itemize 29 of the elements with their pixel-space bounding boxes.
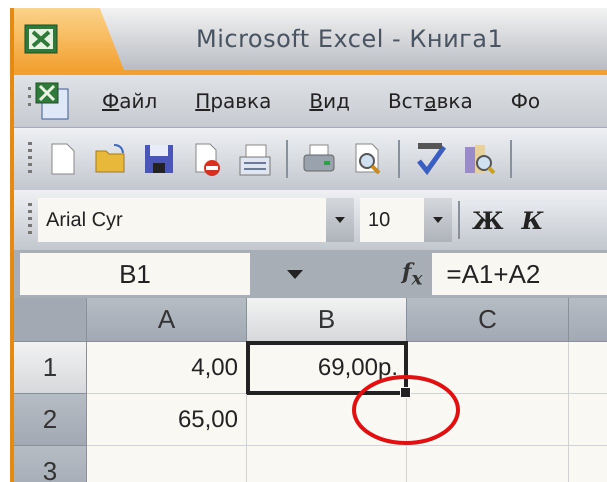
function-button[interactable]: f$_{x}$	[402, 258, 422, 290]
column-header[interactable]: A	[87, 298, 247, 342]
row-header[interactable]: 1	[14, 342, 87, 394]
window-title: Microsoft Excel - Книга1	[196, 25, 504, 53]
table-cell[interactable]: 65,00	[87, 394, 247, 446]
caret-icon	[433, 217, 443, 223]
menu-item[interactable]: Правка	[195, 89, 272, 113]
column-header[interactable]: C	[407, 298, 569, 342]
bold-button[interactable]: Ж	[466, 206, 510, 234]
caret-icon	[335, 217, 345, 223]
table-cell[interactable]: 4,00	[87, 342, 247, 394]
font-size-field[interactable]: 10	[360, 198, 452, 242]
column-header[interactable]: B	[247, 298, 407, 342]
app-logo-icon	[24, 24, 58, 54]
menu-item[interactable]: Вставка	[388, 89, 473, 113]
spell-check-icon[interactable]	[414, 141, 448, 177]
menu-item[interactable]: Вид	[309, 89, 350, 113]
font-field[interactable]: Arial Cyr	[38, 198, 354, 242]
table-cell[interactable]	[407, 394, 569, 446]
formula-field[interactable]: =A1+A2	[432, 253, 607, 295]
table-cell[interactable]: 69,00р.	[247, 342, 407, 394]
caret-icon[interactable]	[287, 270, 303, 278]
menu-item[interactable]: Фо	[510, 89, 540, 113]
name-box[interactable]: B1	[20, 253, 250, 295]
fill-handle[interactable]	[400, 387, 411, 398]
menu-item[interactable]: Файл	[102, 89, 158, 113]
row-header[interactable]: 2	[14, 394, 87, 446]
row-header[interactable]: 3	[14, 446, 87, 482]
italic-button[interactable]: К	[516, 206, 550, 234]
